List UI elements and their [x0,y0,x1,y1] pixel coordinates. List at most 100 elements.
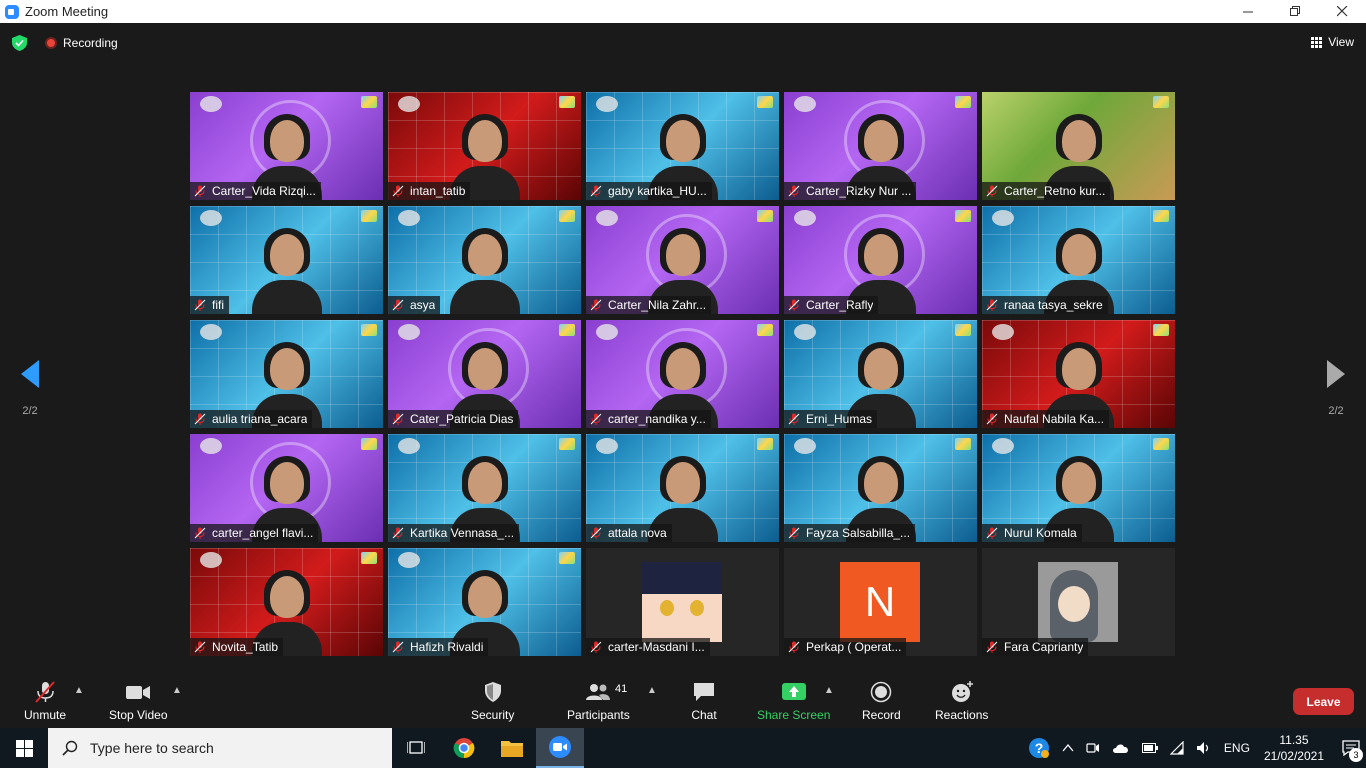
participant-name: Carter_Retno kur... [1004,184,1106,198]
previous-page-button[interactable]: 2/2 [10,360,50,417]
input-language[interactable]: ENG [1224,741,1250,755]
participant-tile[interactable]: asya [388,206,581,314]
restore-button[interactable] [1272,0,1319,23]
page-indicator-right: 2/2 [1328,405,1344,417]
chrome-taskbar-button[interactable] [440,728,488,768]
participant-tile[interactable]: Novita_Tatib [190,548,383,656]
participant-name: asya [410,298,436,312]
battery-icon[interactable] [1141,743,1158,753]
record-button[interactable]: Record [862,681,901,722]
grid-icon [1311,36,1323,48]
chat-button[interactable]: Chat [691,681,717,722]
participant-tile[interactable]: Erni_Humas [784,320,977,428]
restore-icon [1290,6,1300,16]
participant-name: carter_angel flavi... [212,526,314,540]
participant-tile[interactable]: Fayza Salsabilla_... [784,434,977,542]
file-explorer-taskbar-button[interactable] [488,728,536,768]
background-emblem [794,96,816,112]
participant-tile[interactable]: ranaa tasya_sekre [982,206,1175,314]
participant-tile[interactable]: Carter_Vida Rizqi... [190,92,383,200]
action-center-button[interactable]: 3 [1336,728,1366,768]
background-logo-icon [757,210,773,222]
participant-tile[interactable]: carter_nandika y... [586,320,779,428]
participant-tile[interactable]: Naufal Nabila Ka... [982,320,1175,428]
task-view-button[interactable] [392,728,440,768]
background-logo-icon [559,210,575,222]
participant-tile[interactable]: Hafizh Rivaldi [388,548,581,656]
start-button[interactable] [0,728,48,768]
stop-video-button[interactable]: Stop Video [109,681,168,722]
leave-button[interactable]: Leave [1293,688,1354,715]
search-icon [62,740,78,756]
microphone-muted-icon [986,527,998,539]
microphone-muted-icon [986,641,998,653]
volume-icon[interactable] [1196,741,1212,755]
participant-tile[interactable]: carter-Masdani I... [586,548,779,656]
microphone-muted-icon [392,299,404,311]
participants-options-caret[interactable]: ▲ [647,685,657,696]
onedrive-cloud-icon[interactable] [1112,742,1130,754]
participant-tile[interactable]: Carter_Rafly [784,206,977,314]
chevron-up-icon[interactable] [1062,742,1074,754]
participant-name: Nurul Komala [1004,526,1077,540]
meet-now-icon[interactable] [1086,741,1100,755]
participant-name-tag: carter-Masdani I... [586,638,710,656]
folder-icon [501,741,523,757]
clock[interactable]: 11.35 21/02/2021 [1264,732,1324,764]
close-window-button[interactable] [1319,0,1366,23]
participant-tile[interactable]: gaby kartika_HU... [586,92,779,200]
background-emblem [794,210,816,226]
reactions-button[interactable]: Reactions [935,681,988,722]
participant-tile[interactable]: intan_tatib [388,92,581,200]
microphone-muted-icon [590,185,602,197]
participant-name-tag: Perkap ( Operat... [784,638,907,656]
participant-tile[interactable]: Nurul Komala [982,434,1175,542]
participant-tile[interactable]: Kartika Vennasa_... [388,434,581,542]
participant-tile[interactable]: Fara Caprianty [982,548,1175,656]
help-icon[interactable]: ? [1028,737,1050,759]
smiley-plus-icon [951,681,973,702]
audio-options-caret[interactable]: ▲ [74,685,84,696]
zoom-taskbar-button[interactable] [536,728,584,768]
participant-tile[interactable]: attala nova [586,434,779,542]
recording-indicator[interactable]: Recording [45,36,118,50]
participant-tile[interactable]: carter_angel flavi... [190,434,383,542]
participant-tile[interactable]: Cater_Patricia Dias [388,320,581,428]
microphone-muted-icon [986,185,998,197]
participants-label: Participants [567,708,630,722]
participant-tile[interactable]: Carter_Rizky Nur ... [784,92,977,200]
participant-name-tag: carter_angel flavi... [190,524,319,542]
background-logo-icon [955,324,971,336]
share-screen-label: Share Screen [757,708,831,722]
record-label: Record [862,708,901,722]
participant-tile[interactable]: fifi [190,206,383,314]
share-screen-button[interactable]: Share Screen [757,681,830,722]
participant-name: Naufal Nabila Ka... [1004,412,1105,426]
background-logo-icon [361,96,377,108]
encryption-shield-icon[interactable] [12,35,27,51]
minimize-button[interactable] [1225,0,1272,23]
participant-tile[interactable]: N Perkap ( Operat... [784,548,977,656]
participant-name: Fara Caprianty [1004,640,1084,654]
participant-tile[interactable]: Carter_Retno kur... [982,92,1175,200]
participant-tile[interactable]: aulia triana_acara [190,320,383,428]
microphone-muted-icon [392,413,404,425]
background-emblem [596,96,618,112]
participant-name-tag: intan_tatib [388,182,471,200]
wifi-icon[interactable] [1169,741,1184,755]
video-options-caret[interactable]: ▲ [172,685,182,696]
taskbar-search-box[interactable]: Type here to search [48,728,392,768]
participant-name-tag: Erni_Humas [784,410,878,428]
background-emblem [596,210,618,226]
share-options-caret[interactable]: ▲ [824,685,834,696]
background-logo-icon [757,324,773,336]
next-page-button[interactable]: 2/2 [1316,360,1356,417]
background-emblem [398,324,420,340]
participant-tile[interactable]: Carter_Nila Zahr... [586,206,779,314]
background-emblem [200,96,222,112]
chat-bubble-icon [694,683,714,701]
security-button[interactable]: Security [471,681,514,722]
participant-video [449,228,520,314]
unmute-button[interactable]: Unmute [24,681,66,722]
view-button[interactable]: View [1311,35,1354,49]
